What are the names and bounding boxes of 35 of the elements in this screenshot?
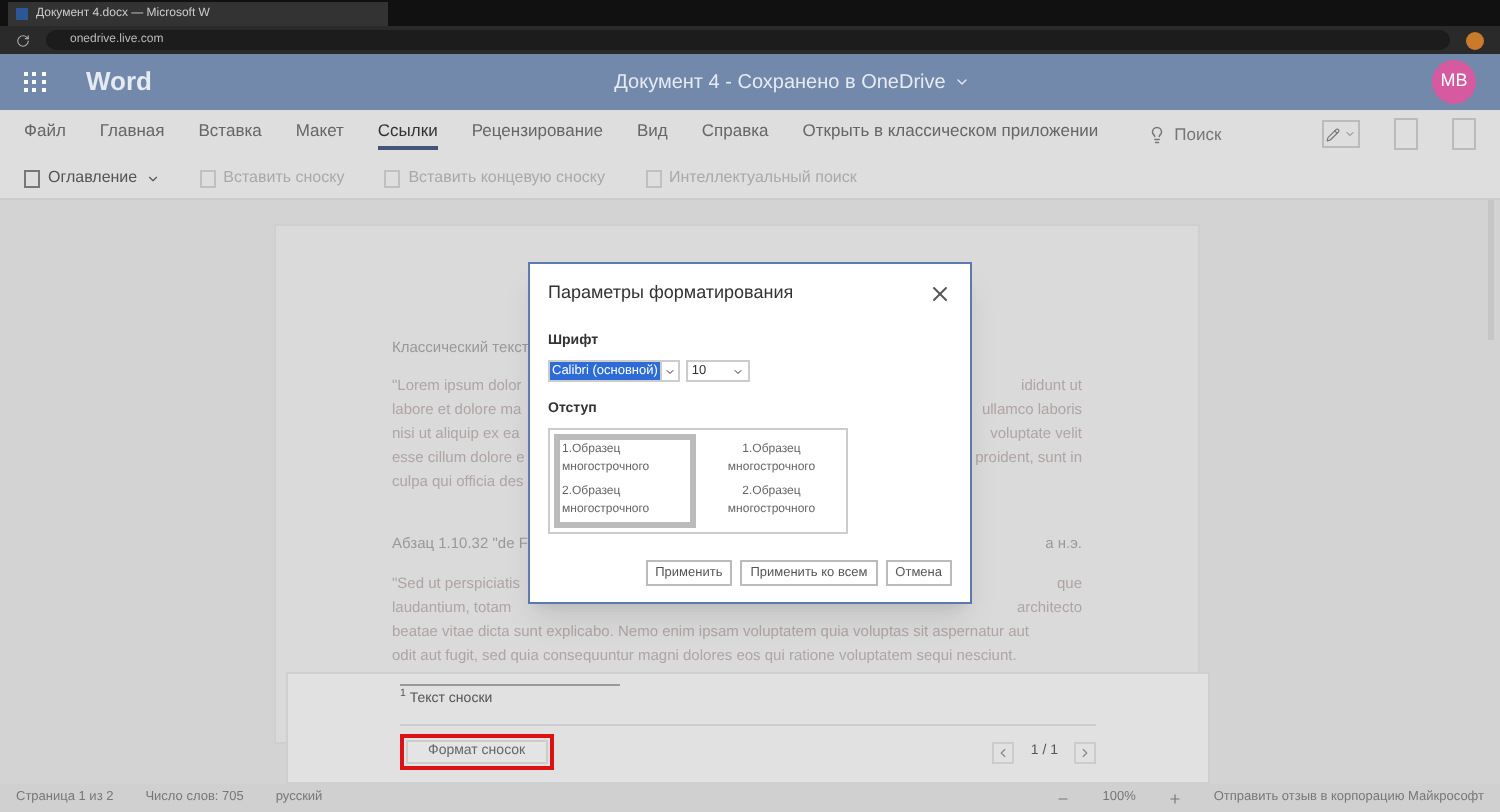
ribbon-tab[interactable]: Макет [295, 118, 344, 150]
chevron-down-icon [1343, 128, 1356, 140]
word-icon [16, 8, 28, 20]
ribbon-tab[interactable]: Вид [637, 118, 668, 150]
toolbar-button[interactable]: Оглавление [24, 166, 160, 190]
pencil-icon [1325, 127, 1340, 141]
chevron-down-icon [663, 365, 676, 377]
reload-icon[interactable] [16, 33, 30, 47]
ribbon-tab[interactable]: Справка [701, 118, 769, 150]
ribbon-tab[interactable]: Ссылки [377, 118, 438, 150]
ribbon-tab[interactable]: Главная [99, 118, 165, 150]
comments-button[interactable] [1451, 118, 1476, 150]
pen-dropdown[interactable] [1322, 120, 1360, 148]
share-button[interactable] [1393, 118, 1418, 150]
chevron-right-icon [1078, 745, 1092, 759]
app-launcher-icon[interactable] [24, 72, 46, 92]
chevron-down-icon [731, 365, 744, 377]
avatar[interactable]: MB [1432, 60, 1476, 104]
lightbulb-icon [1148, 125, 1167, 143]
profile-icon [1466, 31, 1484, 49]
previous-button[interactable] [992, 741, 1015, 763]
chevron-left-icon [996, 745, 1011, 759]
ribbon-tab[interactable]: Вставка [198, 118, 262, 150]
app-name: Word [86, 64, 152, 101]
next-button[interactable] [1074, 741, 1096, 763]
chevron-down-icon [145, 171, 160, 185]
zoom-in-button[interactable] [1167, 791, 1182, 805]
ribbon-tab[interactable]: Открыть в классическом приложении [802, 118, 1099, 150]
ribbon-tab[interactable]: Рецензирование [471, 118, 603, 150]
search-field[interactable]: Поиск [1174, 121, 1255, 147]
dialog-title: Параметры форматирования [548, 280, 794, 306]
chevron-down-icon[interactable] [953, 74, 970, 90]
document-title[interactable]: Документ 4 - Сохранено в OneDrive [614, 67, 946, 97]
close-icon[interactable] [928, 281, 952, 306]
ribbon-tab[interactable]: Файл [24, 118, 66, 150]
